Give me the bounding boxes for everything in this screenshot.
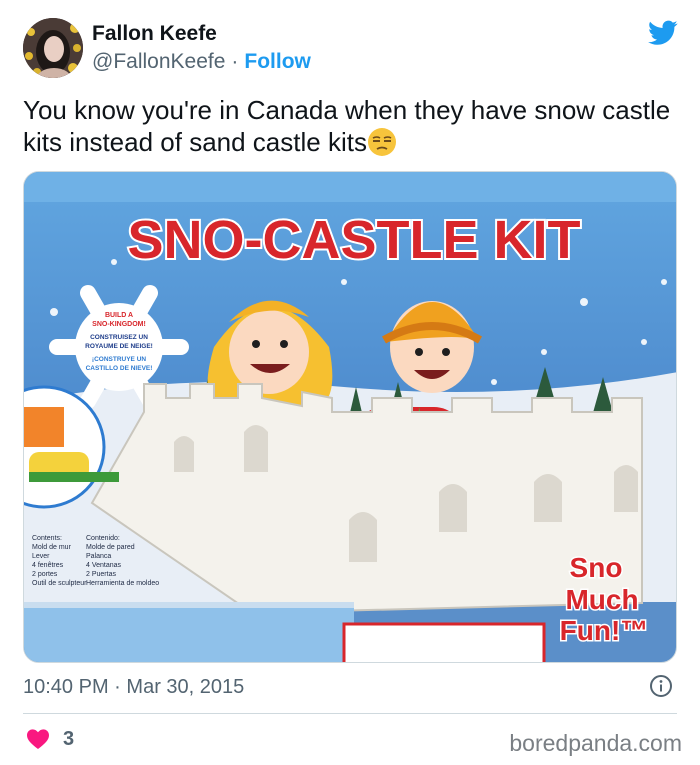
badge-line-6: CASTILLO DE NIEVE! — [86, 365, 153, 372]
slogan-line-2: Much — [565, 584, 638, 615]
contents-es-6: Herramienta de moldeo — [86, 580, 159, 587]
badge-line-1: BUILD A — [105, 312, 133, 319]
contents-es-5: 2 Puertas — [86, 571, 116, 578]
contents-line-6: Outil de sculpteur — [32, 580, 87, 587]
tweet-body: You know you're in Canada when they have… — [23, 95, 671, 157]
user-name[interactable]: Fallon Keefe — [92, 22, 217, 46]
twitter-bird-icon[interactable] — [648, 20, 678, 46]
heart-icon[interactable] — [26, 728, 50, 750]
contents-line-4: 4 fenêtres — [32, 562, 64, 569]
contents-es-2: Molde de pared — [86, 544, 135, 551]
like-count[interactable]: 3 — [63, 728, 74, 751]
tweet-time: 10:40 PM — [23, 676, 109, 698]
badge-line-3: CONSTRUISEZ UN — [90, 334, 148, 341]
contents-line-3: Lever — [32, 553, 50, 560]
timestamp-row: 10:40 PM · Mar 30, 2015 — [23, 674, 677, 700]
slogan-line-1: Sno — [570, 552, 623, 583]
contents-line-5: 2 portes — [32, 571, 58, 578]
tweet-photo[interactable]: SNO-CASTLE KIT BUILD A SNO-KINGDOM! CONS… — [23, 171, 677, 663]
user-handle[interactable]: @FallonKeefe — [92, 50, 225, 73]
badge-line-2: SNO-KINGDOM! — [92, 321, 146, 328]
box-title: SNO-CASTLE KIT — [128, 210, 581, 270]
slogan-line-3: Fun!™ — [560, 615, 649, 646]
tweet-date: Mar 30, 2015 — [126, 676, 245, 698]
contents-es-4: 4 Ventanas — [86, 562, 122, 569]
badge-line-4: ROYAUME DE NEIGE! — [85, 343, 153, 350]
unamused-face-icon — [367, 128, 396, 156]
tweet-card: Fallon Keefe @FallonKeefe · Follow You kno… — [0, 0, 700, 765]
divider — [23, 713, 677, 714]
tweet-text: You know you're in Canada when they have… — [23, 94, 678, 158]
snow-castle-kit-image: SNO-CASTLE KIT BUILD A SNO-KINGDOM! CONS… — [24, 172, 676, 662]
contents-line-2: Mold de mur — [32, 544, 72, 551]
contents-line-1: Contents: — [32, 535, 62, 542]
separator: · — [231, 50, 239, 73]
timestamp[interactable]: 10:40 PM · Mar 30, 2015 — [23, 676, 244, 699]
badge-line-5: ¡CONSTRUYE UN — [92, 356, 146, 363]
info-icon[interactable] — [649, 674, 673, 698]
watermark: boredpanda.com — [509, 730, 682, 756]
avatar[interactable] — [23, 18, 83, 78]
meta-separator: · — [114, 676, 121, 698]
contents-es-1: Contenido: — [86, 535, 120, 542]
follow-button[interactable]: Follow — [244, 50, 311, 73]
handle-row: @FallonKeefe · Follow — [92, 50, 311, 74]
contents-es-3: Palanca — [86, 553, 111, 560]
